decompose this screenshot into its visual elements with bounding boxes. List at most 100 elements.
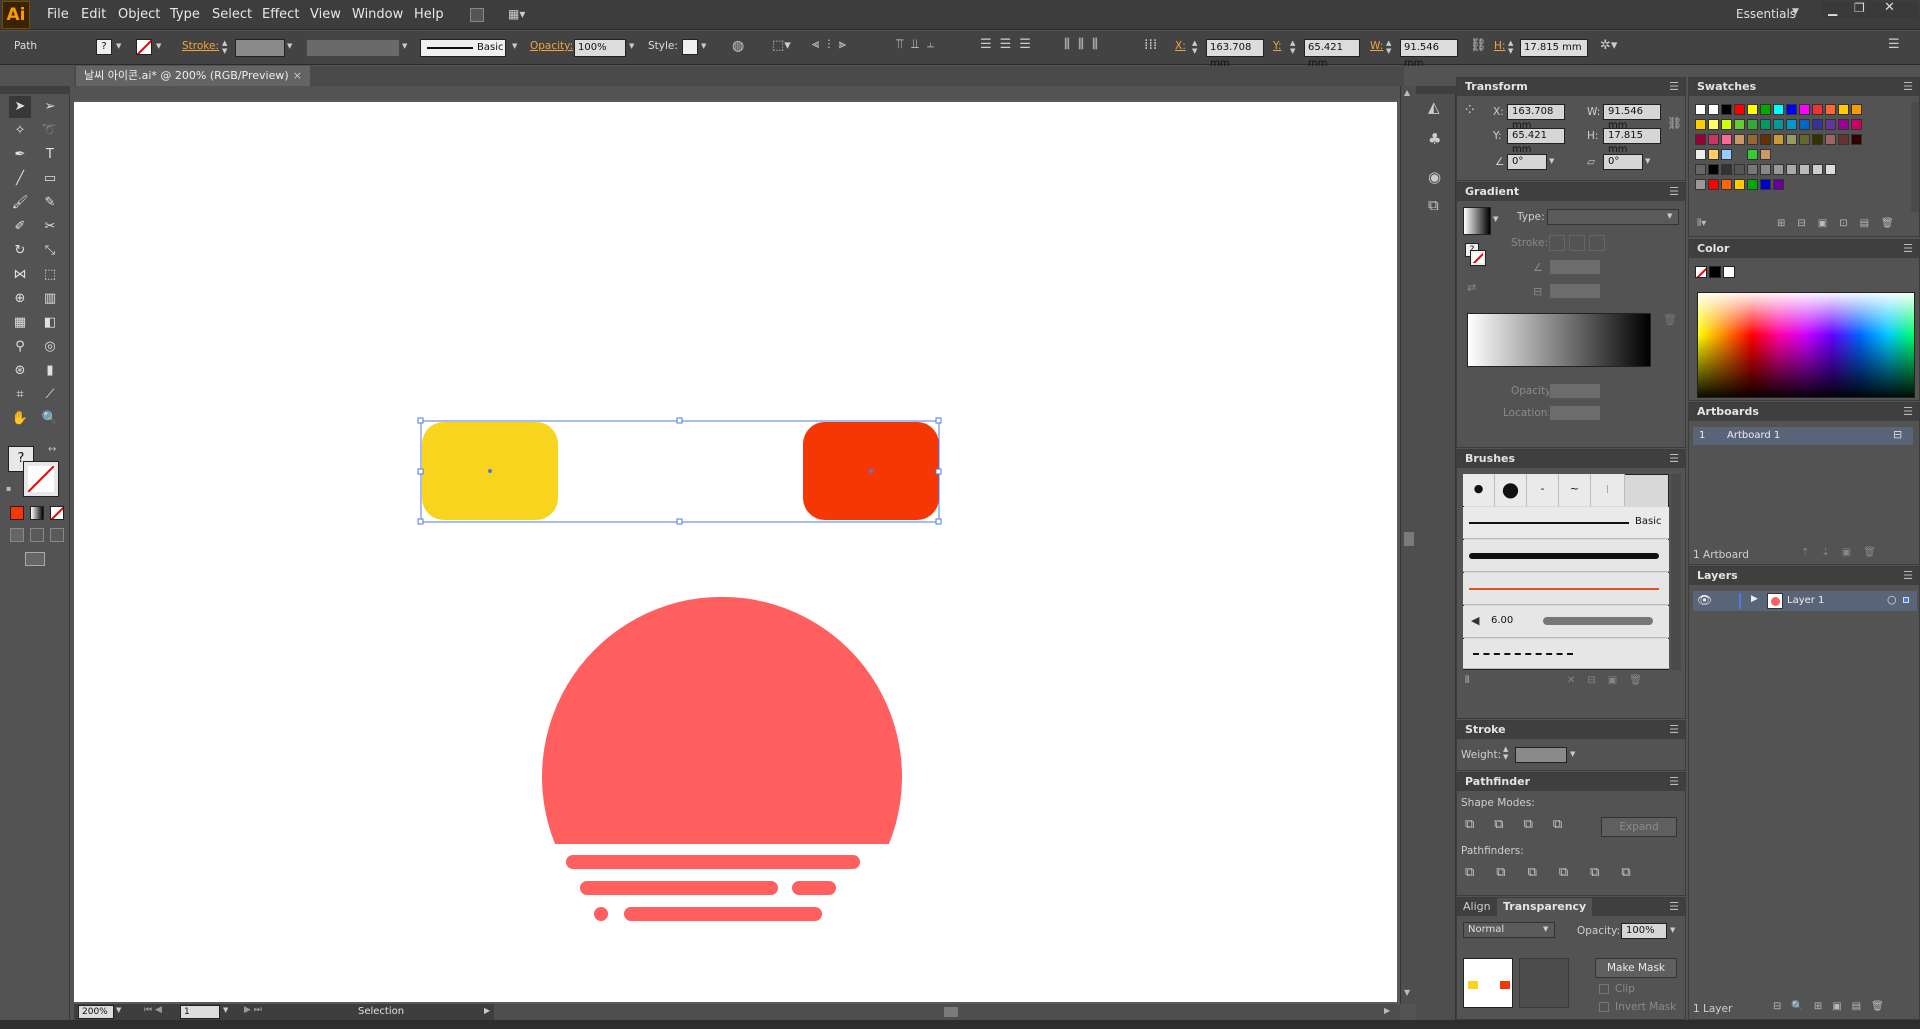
expand-layer-icon[interactable]: ▶ <box>1751 594 1758 604</box>
brush-chalk[interactable]: - <box>1527 474 1559 506</box>
y-label[interactable]: Y: <box>1273 40 1282 52</box>
pen-tool-icon[interactable]: ✒ <box>9 144 31 166</box>
color-swatch[interactable] <box>1760 104 1771 115</box>
object-thumbnail[interactable] <box>1463 958 1513 1008</box>
tab-align[interactable]: Align <box>1463 898 1491 916</box>
selection-handle[interactable] <box>935 518 942 525</box>
gradient-stroke-along-icon[interactable] <box>1569 235 1585 251</box>
chevron-down-icon[interactable]: ▼ <box>701 42 706 50</box>
visibility-eye-icon[interactable]: 👁 <box>1697 593 1712 607</box>
swatches-header[interactable]: Swatches ☰ <box>1689 78 1919 96</box>
rotate-field[interactable]: 0° <box>1507 154 1547 170</box>
zoom-field[interactable]: 200% <box>78 1005 114 1019</box>
graphic-style-swatch[interactable] <box>682 39 698 55</box>
color-none-icon[interactable] <box>1695 266 1707 278</box>
x-field[interactable]: 163.708 mm <box>1206 39 1264 69</box>
color-swatch[interactable] <box>1695 179 1706 190</box>
scroll-thumb[interactable] <box>1404 532 1414 546</box>
menu-select[interactable]: Select <box>212 7 252 22</box>
stroke-label[interactable]: Stroke: <box>182 40 219 52</box>
chevron-down-icon[interactable]: ▼ <box>1670 926 1675 934</box>
color-swatch[interactable] <box>1838 119 1849 130</box>
y-stepper[interactable]: ▲ ▼ <box>1290 39 1300 57</box>
color-swatch[interactable] <box>1799 134 1810 145</box>
chevron-down-icon[interactable]: ▼ <box>116 42 121 50</box>
color-swatch[interactable] <box>1747 164 1758 175</box>
swap-fill-stroke-icon[interactable]: ↔ <box>48 444 56 455</box>
menu-file[interactable]: File <box>47 7 69 22</box>
brush-charcoal-row[interactable] <box>1463 540 1669 572</box>
clip-checkbox[interactable] <box>1599 984 1609 994</box>
scroll-thumb[interactable] <box>944 1007 958 1017</box>
color-swatch[interactable] <box>1799 104 1810 115</box>
layers-header[interactable]: Layers ☰ <box>1689 567 1919 585</box>
color-swatch[interactable] <box>1747 119 1758 130</box>
brush-bristle-row[interactable]: ◀ 6.00 <box>1463 606 1669 638</box>
rectangle-tool-icon[interactable]: ▭ <box>39 168 61 190</box>
color-swatch[interactable] <box>1747 149 1758 160</box>
color-swatch[interactable] <box>1851 119 1862 130</box>
blend-tool-icon[interactable]: ◎ <box>39 336 61 358</box>
color-swatch[interactable] <box>1747 104 1758 115</box>
gradient-mode-icon[interactable] <box>30 506 44 520</box>
color-swatch[interactable] <box>1760 119 1771 130</box>
color-swatch[interactable] <box>1734 119 1745 130</box>
artboard-actions-icons[interactable]: ⇡⇣▣🗑 <box>1801 547 1888 558</box>
color-swatch[interactable] <box>1838 134 1849 145</box>
mask-thumbnail[interactable] <box>1519 958 1569 1008</box>
color-swatch[interactable] <box>1786 134 1797 145</box>
symbol-sprayer-tool-icon[interactable]: ⊛ <box>9 360 31 382</box>
selection-indicator[interactable] <box>1903 597 1909 603</box>
color-swatch[interactable] <box>1773 134 1784 145</box>
width-tool-icon[interactable]: ⋈ <box>9 264 31 286</box>
default-fill-stroke-icon[interactable]: ▪ <box>6 484 11 493</box>
color-swatch[interactable] <box>1734 104 1745 115</box>
gradient-stroke-box[interactable] <box>1470 250 1486 266</box>
color-swatch[interactable] <box>1786 104 1797 115</box>
stop-location-field[interactable] <box>1549 405 1601 421</box>
chevron-down-icon[interactable]: ▼ <box>287 42 292 50</box>
free-transform-tool-icon[interactable]: ⬚ <box>39 264 61 286</box>
selection-handle[interactable] <box>676 518 683 525</box>
chevron-down-icon[interactable]: ▼ <box>1493 215 1498 223</box>
color-swatch[interactable] <box>1708 119 1719 130</box>
w-field[interactable]: 91.546 mm <box>1400 39 1458 69</box>
stop-opacity-field[interactable] <box>1549 383 1601 399</box>
horizon-line[interactable] <box>580 881 778 895</box>
stroke-weight-field[interactable] <box>235 39 285 57</box>
color-swatch[interactable] <box>1825 164 1836 175</box>
direct-selection-tool-icon[interactable]: ➢ <box>39 96 61 118</box>
w-label[interactable]: W: <box>1370 40 1383 52</box>
selection-handle[interactable] <box>935 417 942 424</box>
selection-handle[interactable] <box>417 518 424 525</box>
color-swatch[interactable] <box>1721 119 1732 130</box>
close-tab-icon[interactable]: × <box>293 66 302 86</box>
color-swatch[interactable] <box>1695 104 1706 115</box>
brush-dot-large[interactable]: ● <box>1495 474 1527 506</box>
brush-fine[interactable]: | <box>1591 474 1625 506</box>
color-swatch[interactable] <box>1799 119 1810 130</box>
color-swatch[interactable] <box>1721 164 1732 175</box>
transform-h-field[interactable]: 17.815 mm <box>1603 128 1661 155</box>
chevron-down-icon[interactable]: ▼ <box>1543 925 1548 933</box>
color-swatch[interactable] <box>1708 164 1719 175</box>
color-swatch[interactable] <box>1708 134 1719 145</box>
color-swatch[interactable] <box>1773 164 1784 175</box>
x-label[interactable]: X: <box>1175 40 1186 52</box>
color-swatch[interactable] <box>1721 149 1732 160</box>
make-mask-button[interactable]: Make Mask <box>1595 958 1677 978</box>
artboard-row[interactable]: 1 Artboard 1 ⊟ <box>1693 427 1913 445</box>
chevron-down-icon[interactable]: ▼ <box>512 42 517 50</box>
fill-swatch[interactable]: ? <box>96 39 112 55</box>
vertical-scrollbar[interactable]: ▲ ▼ <box>1400 86 1416 1004</box>
color-swatch[interactable] <box>1851 134 1862 145</box>
pathfinder-icons[interactable]: ⧉⧉⧉⧉⧉⧉ <box>1465 865 1653 880</box>
color-white-icon[interactable] <box>1723 266 1735 278</box>
menu-effect[interactable]: Effect <box>262 7 299 22</box>
artboard-options-icon[interactable]: ⊟ <box>1893 428 1902 441</box>
opacity-field[interactable]: 100% <box>574 39 626 57</box>
gradient-slider[interactable] <box>1467 313 1651 367</box>
chevron-down-icon[interactable]: ▼ <box>156 42 161 50</box>
shape-builder-tool-icon[interactable]: ⊕ <box>9 288 31 310</box>
color-swatch[interactable] <box>1695 134 1706 145</box>
